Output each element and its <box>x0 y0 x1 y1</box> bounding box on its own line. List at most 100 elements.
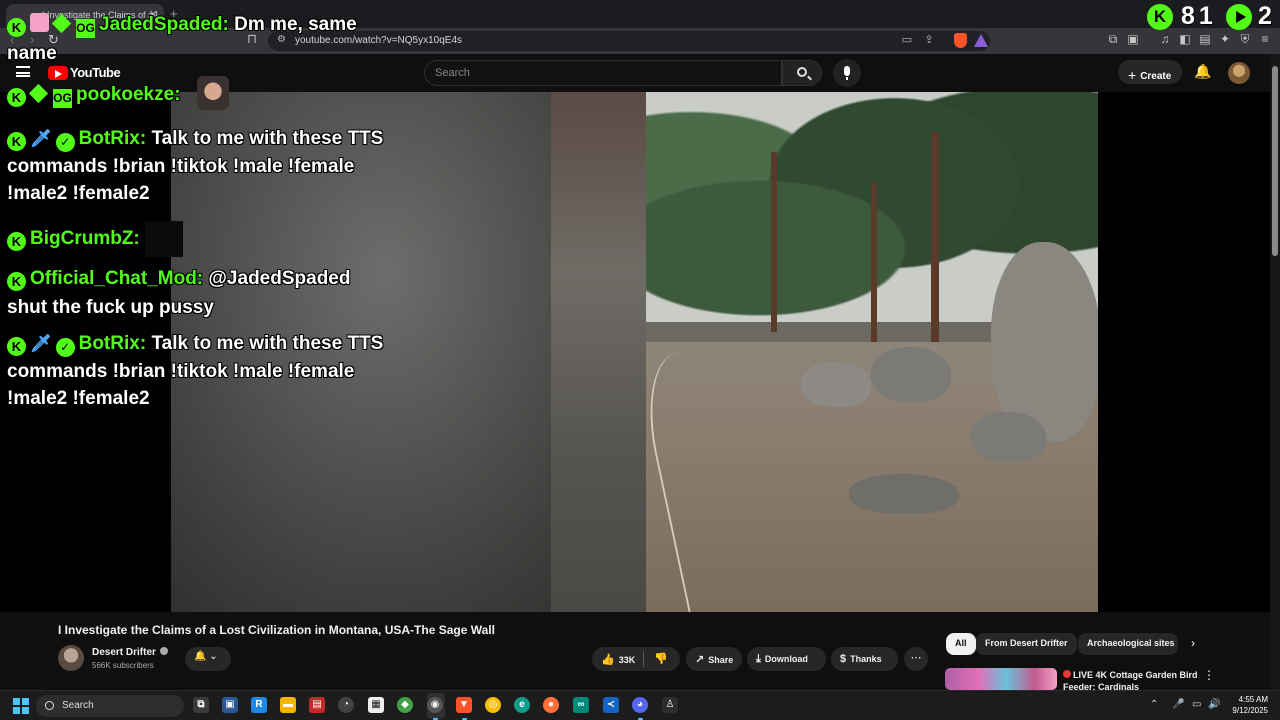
clock-time: 4:55 AM <box>1238 695 1268 704</box>
download-icon: ⤓ <box>756 653 761 665</box>
sidebar-toggle-icon[interactable]: ◧ <box>1177 32 1193 46</box>
brave-browser-icon[interactable]: ▼ <box>456 697 472 713</box>
kick-badge-icon: K <box>7 272 26 291</box>
vpn-shield-icon[interactable]: ⛨ <box>1237 32 1253 47</box>
obs-icon[interactable]: ◉ <box>427 697 443 713</box>
share-button[interactable]: ↗ Share <box>686 647 742 671</box>
chrome-icon[interactable]: ◎ <box>485 697 501 713</box>
account-avatar[interactable] <box>1228 62 1250 84</box>
menu-icon[interactable]: ≡ <box>1257 32 1273 46</box>
edge-icon[interactable]: e <box>514 697 530 713</box>
video-info-section: I Investigate the Claims of a Lost Civil… <box>0 612 1270 692</box>
stream-chat-overlay: K OG JadedSpaded: Dm me, same name K OG pook… <box>0 0 420 420</box>
notifications-bell-icon[interactable]: 🔔 <box>1194 63 1211 80</box>
media-icon[interactable]: ♫ <box>1157 32 1173 46</box>
share-page-icon[interactable]: ⇪ <box>922 33 936 47</box>
channel-avatar[interactable] <box>58 645 84 671</box>
download-button[interactable]: ⤓ Download <box>747 647 826 671</box>
app-icon[interactable]: ◔ <box>338 697 354 713</box>
app-icon[interactable]: ∞ <box>573 697 589 713</box>
search-input[interactable]: Search <box>424 60 782 86</box>
brave-rewards-icon[interactable] <box>974 34 988 47</box>
more-actions-icon[interactable]: ⋯ <box>904 647 928 671</box>
search-placeholder: Search <box>435 67 470 79</box>
wallet-card-icon[interactable]: ▤ <box>1197 32 1213 46</box>
chat-message: K 🗡 ✓ BotRix: Talk to me with these TTS <box>7 330 383 357</box>
app-icon[interactable]: ♙ <box>662 697 678 713</box>
search-button[interactable] <box>782 60 822 86</box>
channel-name[interactable]: Desert Drifter <box>92 647 168 658</box>
app-icon[interactable]: ◆ <box>397 697 413 713</box>
search-icon <box>45 701 54 710</box>
volume-icon[interactable]: 🔊 <box>1208 699 1220 710</box>
create-label: Create <box>1140 71 1172 82</box>
chip-from-channel[interactable]: From Desert Drifter <box>976 633 1077 655</box>
chat-username: pookoekze: <box>76 84 181 105</box>
moderator-sword-icon: 🗡 <box>30 334 52 353</box>
tree-trunk <box>931 132 939 362</box>
cast-icon[interactable]: ▭ <box>900 33 914 47</box>
kick-badge-icon: K <box>7 232 26 252</box>
subscribed-notifications-button[interactable]: 🔔 ⌄ <box>185 647 231 671</box>
like-count[interactable]: 33K <box>619 655 636 665</box>
kick-badge-icon: K <box>7 88 26 107</box>
task-view-icon[interactable]: ⧉ <box>193 697 209 713</box>
kick-logo-icon: K <box>1147 4 1173 30</box>
kick-stats-overlay: K 81 2 <box>1145 2 1280 32</box>
discord-icon[interactable]: ◕ <box>632 697 648 713</box>
recommended-thumbnail[interactable] <box>945 668 1057 690</box>
vscode-icon[interactable]: ≺ <box>603 697 619 713</box>
thanks-button[interactable]: $ Thanks <box>831 647 898 671</box>
voice-search-button[interactable] <box>833 59 861 87</box>
chip-all[interactable]: All <box>946 633 976 655</box>
windows-start-icon[interactable] <box>13 698 29 714</box>
more-vert-icon[interactable]: ⋮ <box>1203 668 1215 682</box>
boulder <box>871 347 951 402</box>
microphone-icon[interactable]: 🎤 <box>1172 699 1184 710</box>
chat-message-continued: shut the fuck up pussy <box>7 297 214 318</box>
dislike-icon[interactable]: 👎 <box>654 652 668 665</box>
chat-message: K OG pookoekze: <box>7 81 181 108</box>
play-logo-icon <box>1226 4 1252 30</box>
chat-message: K 🗡 ✓ BotRix: Talk to me with these TTS <box>7 125 383 152</box>
chevron-right-icon[interactable]: › <box>1191 636 1195 650</box>
tree-trunk <box>871 182 877 342</box>
app-icon[interactable]: R <box>251 697 267 713</box>
taskbar-clock[interactable]: 4:55 AM 9/12/2025 <box>1226 694 1268 716</box>
network-icon[interactable]: ▭ <box>1192 699 1201 710</box>
create-button[interactable]: + Create <box>1118 60 1182 84</box>
app-icon[interactable]: ▦ <box>368 697 384 713</box>
chat-username: BigCrumbZ: <box>30 228 140 250</box>
boulder <box>849 474 959 514</box>
taskbar-search[interactable]: Search <box>36 695 184 717</box>
chat-message-continued: !male2 !female2 <box>7 183 150 204</box>
file-explorer-icon[interactable]: ▬ <box>280 697 296 713</box>
chevron-down-icon: ⌄ <box>209 651 218 662</box>
extensions-icon[interactable]: ⧉ <box>1105 32 1121 47</box>
scrollbar-thumb[interactable] <box>1272 66 1278 256</box>
tree-trunk <box>771 152 777 332</box>
chat-username: BotRix: <box>78 333 147 354</box>
leo-ai-icon[interactable]: ✦ <box>1217 32 1233 46</box>
app-icon[interactable]: ▤ <box>309 697 325 713</box>
live-indicator-icon <box>1063 670 1071 678</box>
wallet-icon[interactable]: ▣ <box>1125 32 1141 46</box>
divider <box>643 651 644 667</box>
chat-message-continued: commands !brian !tiktok !male !female <box>7 156 355 177</box>
chat-message-continued: name <box>7 43 57 64</box>
channel-name-text[interactable]: Desert Drifter <box>92 647 156 658</box>
chip-archaeological-sites[interactable]: Archaeological sites <box>1078 633 1178 655</box>
page-scrollbar[interactable] <box>1270 54 1280 690</box>
chat-text: Talk to me with these TTS <box>151 333 384 354</box>
boulder <box>971 412 1046 462</box>
app-icon[interactable]: ▣ <box>222 697 238 713</box>
chat-message: K Official_Chat_Mod: @JadedSpaded <box>7 265 350 292</box>
recommended-title-text[interactable]: LIVE 4K Cottage Garden Bird Feeder: Card… <box>1063 670 1198 692</box>
chat-message-continued: commands !brian !tiktok !male !female <box>7 361 355 382</box>
brave-shield-icon[interactable] <box>954 33 967 48</box>
like-icon[interactable]: 👍 <box>601 654 615 666</box>
firefox-icon[interactable]: ● <box>543 697 559 713</box>
tray-overflow-icon[interactable]: ⌃ <box>1150 699 1158 710</box>
microphone-icon <box>844 66 850 80</box>
og-badge-icon: OG <box>53 89 72 108</box>
